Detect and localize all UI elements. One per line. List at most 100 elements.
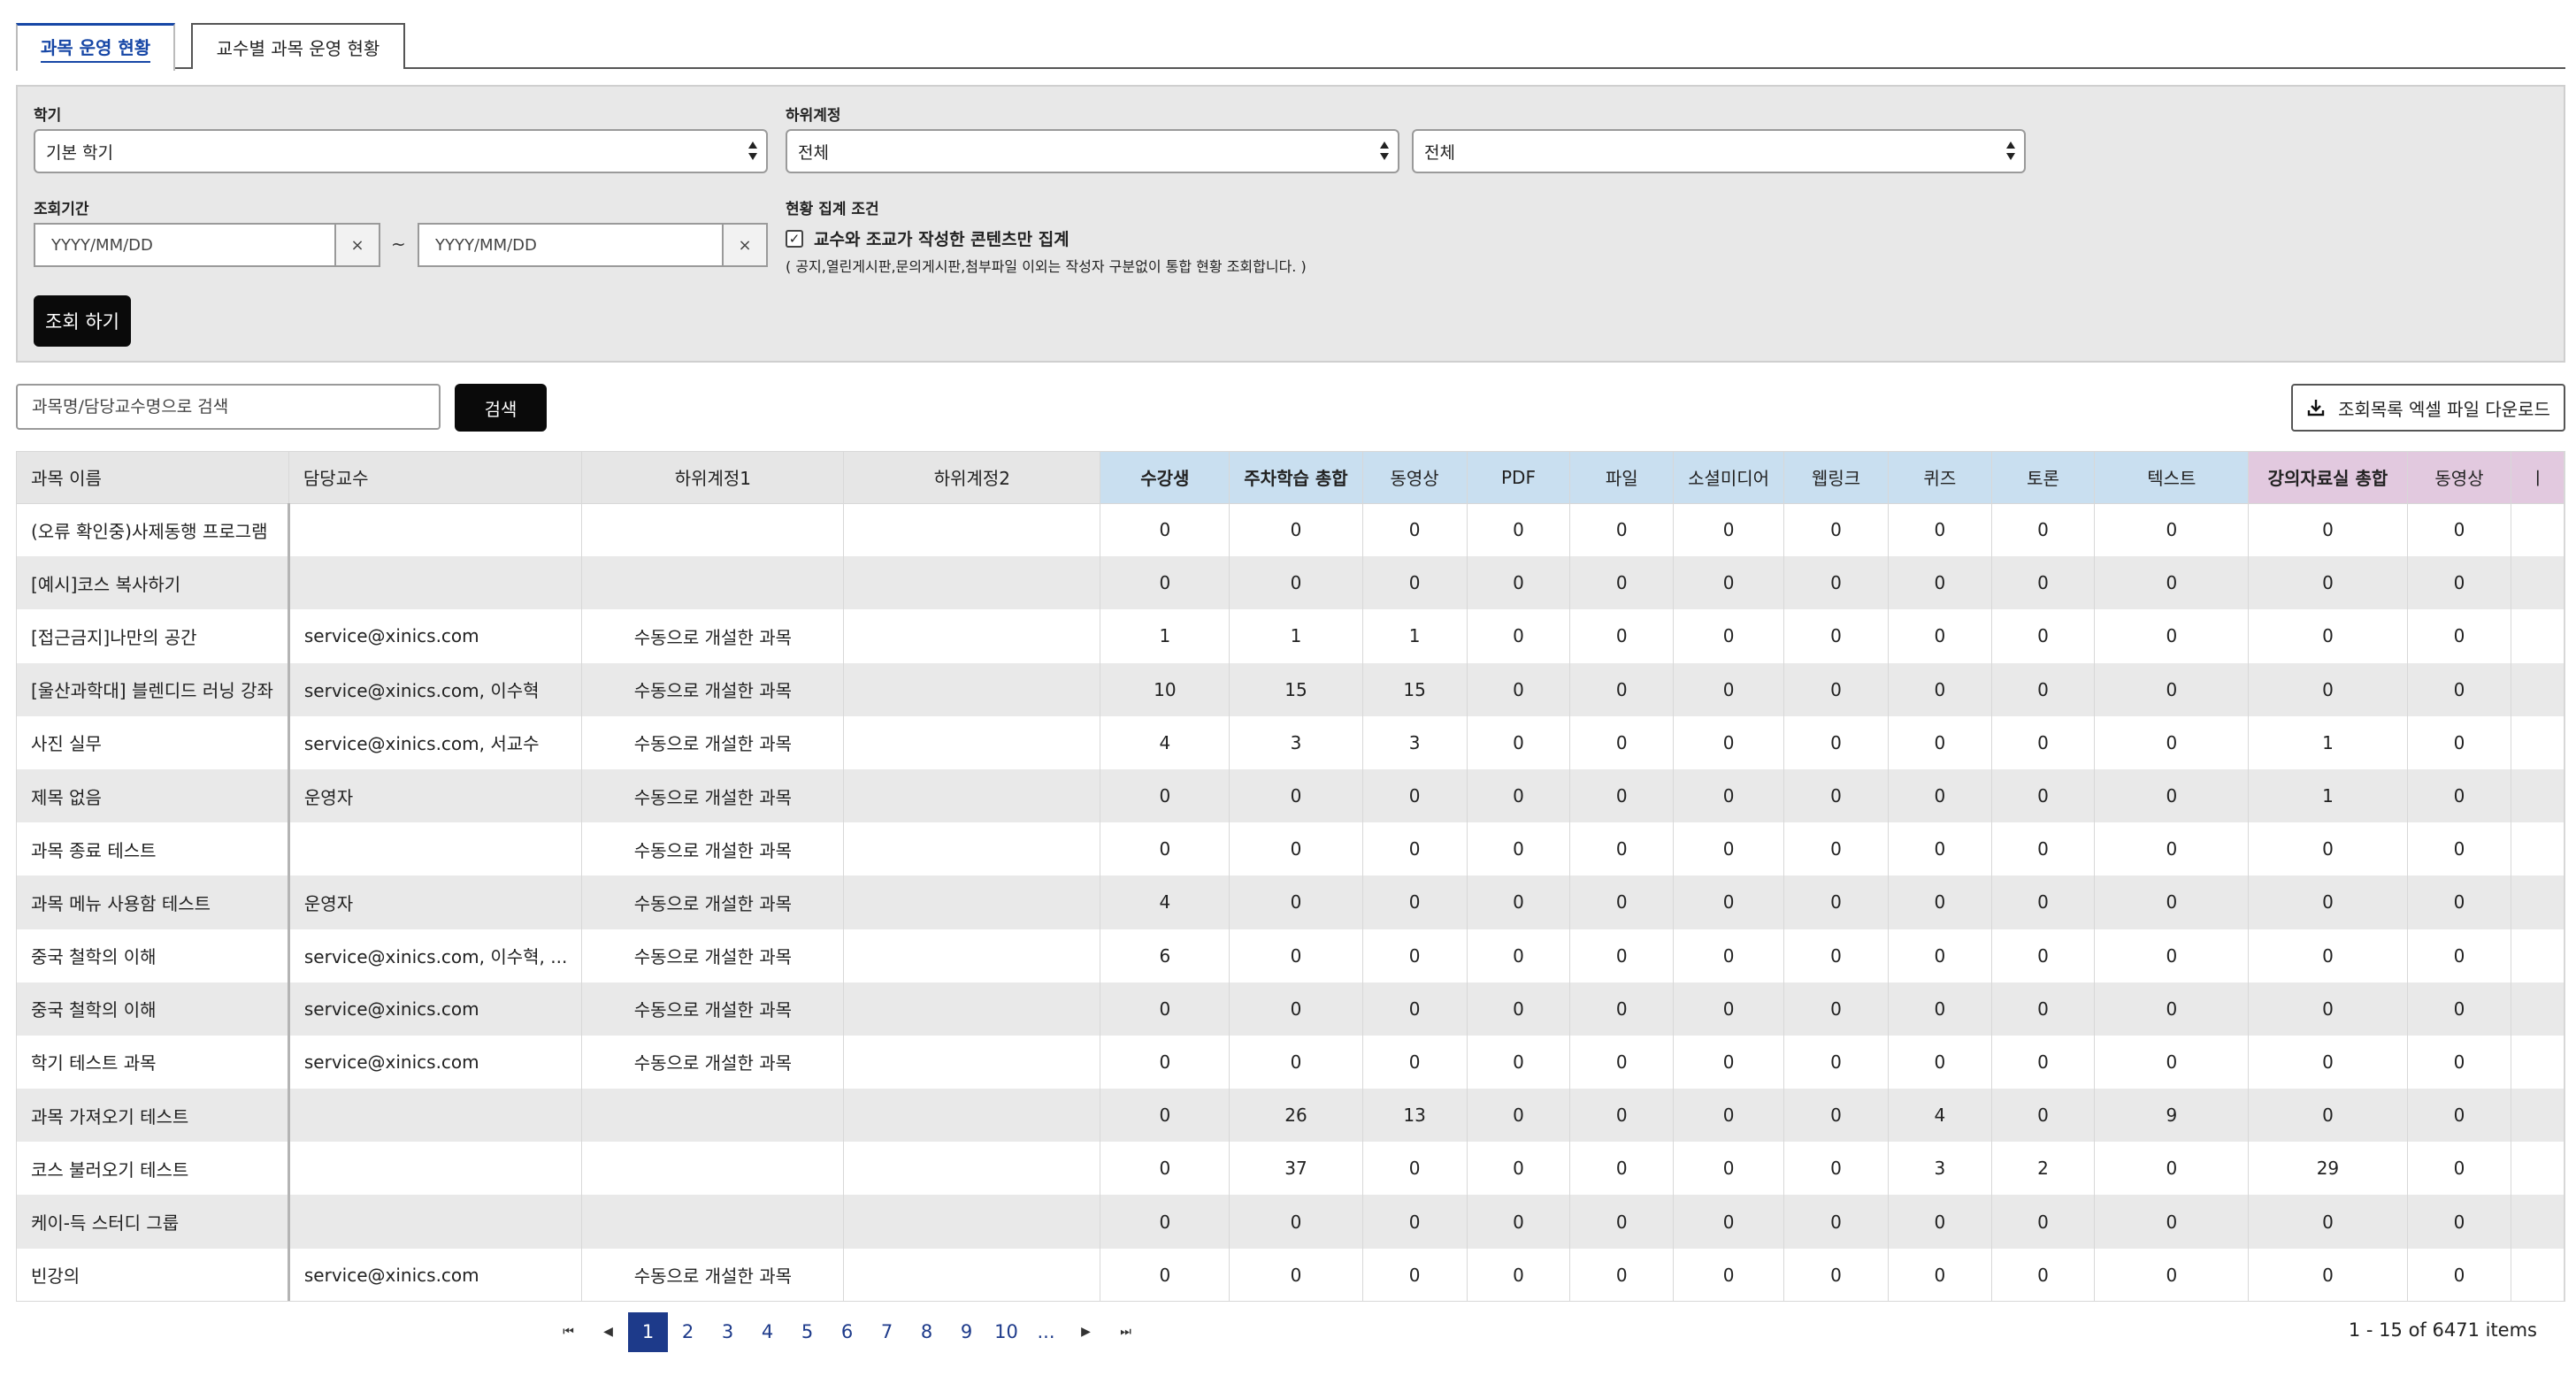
subaccount2-select[interactable]: 전체 bbox=[1412, 129, 2026, 173]
next-page-icon[interactable]: ▶ bbox=[1066, 1312, 1106, 1352]
page-number[interactable]: 8 bbox=[907, 1312, 947, 1352]
first-page-icon[interactable]: ⏮ bbox=[548, 1312, 588, 1352]
table-cell: 0 bbox=[2248, 822, 2408, 876]
table-cell: 0 bbox=[1888, 822, 1992, 876]
excel-download-button[interactable]: 조회목록 엑셀 파일 다운로드 bbox=[2291, 384, 2565, 432]
column-header-pdf[interactable]: PDF bbox=[1467, 452, 1571, 504]
table-cell: 1 bbox=[1100, 609, 1230, 663]
table-cell: 0 bbox=[1783, 1248, 1889, 1301]
table-cell: 0 bbox=[1783, 1089, 1889, 1143]
table-row[interactable]: 과목 가져오기 테스트 0 26 13 0 0 0 0 4 0 9 0 0 bbox=[17, 1089, 2564, 1143]
column-header-discussion[interactable]: 토론 bbox=[1991, 452, 2096, 504]
page-number[interactable]: 2 bbox=[668, 1312, 708, 1352]
table-row[interactable]: 과목 종료 테스트 수동으로 개설한 과목 0 0 0 0 0 0 0 0 0 0 0 0 bbox=[17, 822, 2564, 876]
search-button[interactable]: 검색 bbox=[455, 384, 547, 432]
table-cell: 0 bbox=[1467, 929, 1571, 982]
page-number[interactable]: 10 bbox=[986, 1312, 1026, 1352]
table-row[interactable]: 중국 철학의 이해 service@xinics.com 수동으로 개설한 과목 0 0… bbox=[17, 982, 2564, 1036]
column-header-video[interactable]: 동영상 bbox=[1362, 452, 1468, 504]
table-cell: 0 bbox=[1673, 1035, 1785, 1089]
table-cell: 0 bbox=[1888, 1195, 1992, 1249]
table-row[interactable]: (오류 확인중)사제동행 프로그램 0 0 0 0 0 0 0 0 0 0 0 0 bbox=[17, 503, 2564, 557]
table-cell: service@xinics.com, 서교수 bbox=[288, 715, 583, 769]
column-header-professor[interactable]: 담당교수 bbox=[288, 452, 583, 504]
column-header-lecture-archive-total[interactable]: 강의자료실 총합 bbox=[2248, 452, 2408, 504]
table-cell: 0 bbox=[2094, 875, 2250, 929]
page-number[interactable]: 7 bbox=[867, 1312, 907, 1352]
page-number[interactable]: ... bbox=[1026, 1312, 1066, 1352]
table-cell: 0 bbox=[1362, 822, 1468, 876]
table-row[interactable]: 중국 철학의 이해 service@xinics.com, 이수혁, ... 수동으… bbox=[17, 929, 2564, 982]
table-cell: 0 bbox=[1569, 1089, 1675, 1143]
table-cell: 0 bbox=[1467, 1248, 1571, 1301]
table-cell: 중국 철학의 이해 bbox=[17, 982, 290, 1036]
table-row[interactable]: 빈강의 service@xinics.com 수동으로 개설한 과목 0 0 0 0 0 0 0 0… bbox=[17, 1248, 2564, 1301]
table-row[interactable]: 사진 실무 service@xinics.com, 서교수 수동으로 개설한 과목 4… bbox=[17, 715, 2564, 769]
table-cell: 29 bbox=[2248, 1142, 2408, 1196]
page-number[interactable]: 9 bbox=[947, 1312, 986, 1352]
table-row[interactable]: 코스 불러오기 테스트 0 37 0 0 0 0 0 3 2 0 29 0 bbox=[17, 1142, 2564, 1196]
column-header-weekly-total[interactable]: 주차학습 총합 bbox=[1229, 452, 1363, 504]
column-header-file[interactable]: 파일 bbox=[1569, 452, 1675, 504]
table-cell: 0 bbox=[1783, 1035, 1889, 1089]
table-cell: 수동으로 개설한 과목 bbox=[581, 982, 845, 1036]
column-header-truncated[interactable]: ㅣ bbox=[2511, 452, 2564, 504]
table-cell: 0 bbox=[1100, 822, 1230, 876]
column-header-course-name[interactable]: 과목 이름 bbox=[17, 452, 289, 504]
end-date-input[interactable] bbox=[419, 225, 722, 265]
table-row[interactable]: 학기 테스트 과목 service@xinics.com 수동으로 개설한 과목 0 0… bbox=[17, 1035, 2564, 1089]
page-number[interactable]: 5 bbox=[787, 1312, 827, 1352]
column-header-students[interactable]: 수강생 bbox=[1100, 452, 1230, 504]
table-cell: 0 bbox=[2094, 768, 2250, 823]
page-number[interactable]: 3 bbox=[708, 1312, 748, 1352]
column-header-text[interactable]: 텍스트 bbox=[2094, 452, 2250, 504]
condition-checkbox[interactable]: ✓ bbox=[786, 229, 803, 248]
page-number[interactable]: 6 bbox=[827, 1312, 867, 1352]
table-cell bbox=[288, 822, 583, 876]
tab-course-status[interactable]: 과목 운영 현황 bbox=[16, 23, 175, 71]
table-cell: 0 bbox=[1362, 1248, 1468, 1301]
table-cell: 0 bbox=[1783, 929, 1889, 982]
query-button[interactable]: 조회 하기 bbox=[34, 295, 131, 347]
table-cell: 0 bbox=[1783, 768, 1889, 823]
prev-page-icon[interactable]: ◀ bbox=[588, 1312, 628, 1352]
column-header-subaccount2[interactable]: 하위계정2 bbox=[843, 452, 1101, 504]
table-cell: 0 bbox=[2407, 662, 2512, 716]
table-cell: 0 bbox=[1569, 503, 1675, 557]
table-cell bbox=[843, 929, 1101, 982]
start-date-clear-icon[interactable]: × bbox=[334, 225, 379, 265]
table-cell: service@xinics.com bbox=[288, 609, 583, 663]
table-cell: 0 bbox=[2407, 1035, 2512, 1089]
column-header-archive-video[interactable]: 동영상 bbox=[2407, 452, 2512, 504]
table-cell: 0 bbox=[1673, 822, 1785, 876]
table-row[interactable]: 과목 메뉴 사용함 테스트 운영자 수동으로 개설한 과목 4 0 0 0 0 0 0 0 0 0 0 0 bbox=[17, 875, 2564, 929]
column-header-quiz[interactable]: 퀴즈 bbox=[1888, 452, 1992, 504]
tab-professor-course-status[interactable]: 교수별 과목 운영 현황 bbox=[191, 23, 405, 69]
page-number[interactable]: 4 bbox=[748, 1312, 787, 1352]
page-number[interactable]: 1 bbox=[628, 1311, 668, 1352]
table-cell bbox=[843, 1195, 1101, 1249]
table-cell: 26 bbox=[1229, 1089, 1363, 1143]
column-header-social-media[interactable]: 소셜미디어 bbox=[1673, 452, 1785, 504]
table-row[interactable]: [울산과학대] 블렌디드 러닝 강좌 service@xinics.com, 이수… bbox=[17, 662, 2564, 716]
table-cell: 과목 종료 테스트 bbox=[17, 822, 290, 876]
subaccount1-select[interactable]: 전체 bbox=[786, 129, 1399, 173]
column-header-weblink[interactable]: 웹링크 bbox=[1783, 452, 1889, 504]
table-row[interactable]: [예시]코스 복사하기 0 0 0 0 0 0 0 0 0 0 0 0 bbox=[17, 556, 2564, 610]
last-page-icon[interactable]: ⏭ bbox=[1106, 1312, 1146, 1352]
pagination-info: 1 - 15 of 6471 items bbox=[2348, 1319, 2537, 1341]
semester-select[interactable]: 기본 학기 bbox=[34, 129, 768, 173]
table-cell-truncated bbox=[2511, 768, 2564, 823]
table-row[interactable]: 케이-득 스터디 그룹 0 0 0 0 0 0 0 0 0 0 0 0 bbox=[17, 1195, 2564, 1249]
table-cell bbox=[581, 556, 845, 610]
column-header-subaccount1[interactable]: 하위계정1 bbox=[581, 452, 845, 504]
table-row[interactable]: [접근금지]나만의 공간 service@xinics.com 수동으로 개설한 과… bbox=[17, 609, 2564, 663]
table-row[interactable]: 제목 없음 운영자 수동으로 개설한 과목 0 0 0 0 0 0 0 0 0 0 1 0 bbox=[17, 768, 2564, 823]
search-input[interactable] bbox=[32, 397, 439, 417]
table-cell: 0 bbox=[1783, 875, 1889, 929]
table-cell: 0 bbox=[2407, 1089, 2512, 1143]
start-date-input[interactable] bbox=[35, 225, 334, 265]
end-date-clear-icon[interactable]: × bbox=[722, 225, 766, 265]
table-cell: 0 bbox=[2094, 609, 2250, 663]
course-status-grid: 과목 이름 담당교수 하위계정1 하위계정2 수강생 주차학습 총합 동영상 P… bbox=[16, 451, 2565, 1302]
